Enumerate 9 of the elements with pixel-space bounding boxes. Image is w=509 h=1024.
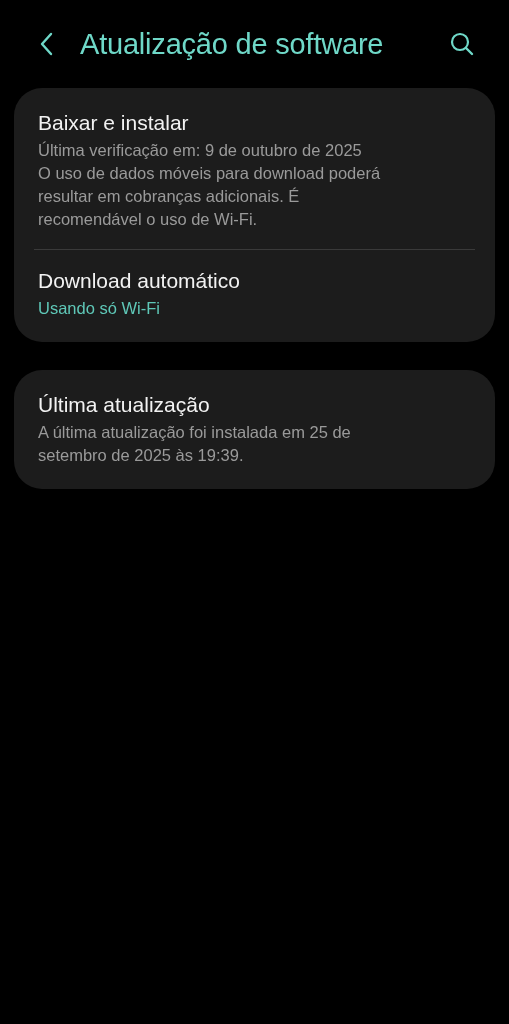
- setting-summary: A última atualização foi instalada em 25 de setembro de 2025 às 19:39.: [38, 423, 351, 464]
- setting-summary: O uso de dados móveis para download poderá resultar em cobranças adicionais. É recomendável o uso de Wi-Fi.: [38, 164, 381, 228]
- page-title: Atualização de software: [80, 27, 385, 61]
- search-icon[interactable]: [449, 31, 475, 57]
- setting-title[interactable]: Última atualização: [38, 391, 472, 419]
- setting-title[interactable]: Download automático: [38, 267, 472, 295]
- setting-value: Usando só Wi-Fi: [38, 299, 160, 317]
- setting-title[interactable]: Baixar e instalar: [38, 109, 472, 137]
- setting-summary: Última verificação em: 9 de outubro de 2025: [38, 141, 362, 159]
